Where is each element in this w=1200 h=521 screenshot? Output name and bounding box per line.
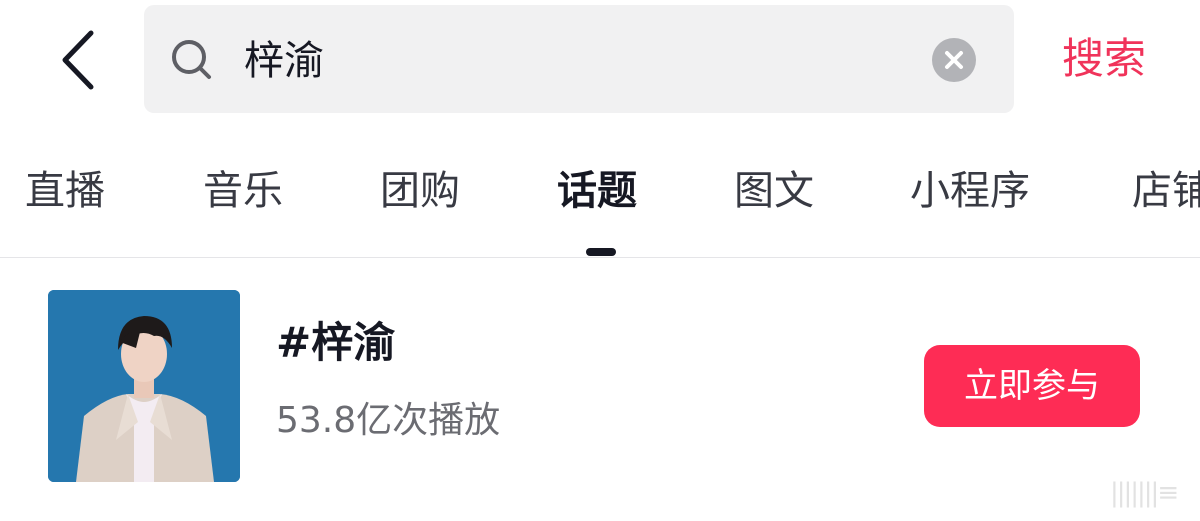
search-bar[interactable]: 梓渝 xyxy=(144,5,1014,113)
search-icon xyxy=(172,40,211,79)
active-tab-indicator xyxy=(586,248,616,256)
tab-music[interactable]: 音乐 xyxy=(203,160,283,222)
topic-title: #梓渝 xyxy=(276,318,396,367)
tab-mini-program[interactable]: 小程序 xyxy=(910,160,1030,222)
tab-group-buy[interactable]: 团购 xyxy=(380,160,460,222)
back-button[interactable] xyxy=(55,25,105,95)
topic-play-count: 53.8亿次播放 xyxy=(276,400,501,441)
back-arrow-icon xyxy=(62,30,94,90)
clear-search-button[interactable] xyxy=(932,38,976,82)
tab-store[interactable]: 店铺 xyxy=(1132,160,1200,222)
topic-result-row[interactable]: #梓渝 53.8亿次播放 立即参与 xyxy=(0,258,1200,521)
join-topic-button[interactable]: 立即参与 xyxy=(924,345,1140,427)
search-input[interactable]: 梓渝 xyxy=(244,33,324,89)
tab-topic[interactable]: 话题 xyxy=(557,160,637,222)
clear-icon xyxy=(945,51,963,69)
tab-image-text[interactable]: 图文 xyxy=(734,160,814,222)
tab-live[interactable]: 直播 xyxy=(25,160,105,222)
search-button[interactable]: 搜索 xyxy=(1062,30,1146,88)
watermark: |||||||≡ xyxy=(1110,478,1179,508)
topic-thumbnail[interactable] xyxy=(48,290,240,482)
person-photo xyxy=(48,290,240,482)
category-tabs: 直播 音乐 团购 话题 图文 小程序 店铺 xyxy=(0,160,1200,230)
